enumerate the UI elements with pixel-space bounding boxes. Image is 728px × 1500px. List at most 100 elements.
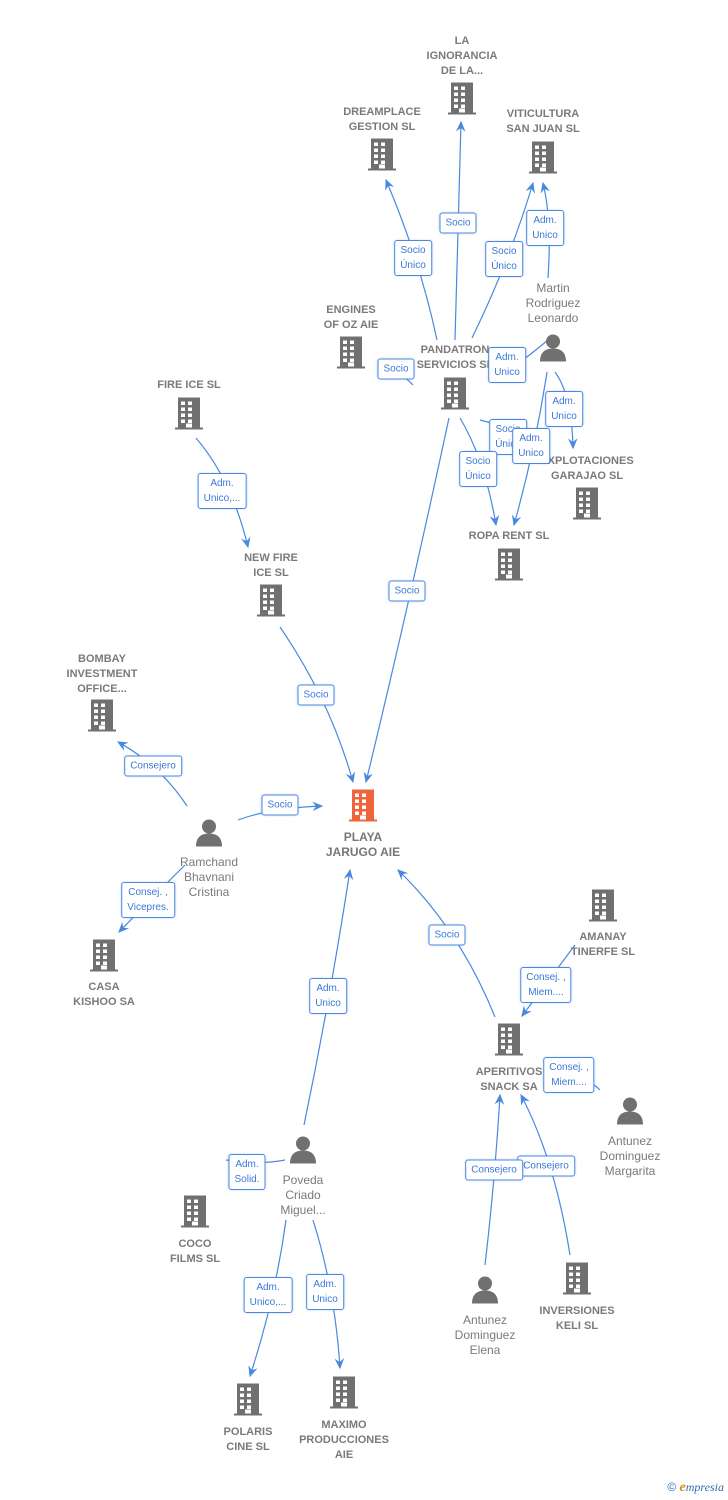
building-icon-ropa_rent[interactable]	[494, 548, 524, 587]
edge-label-pandatron-to-viticultura[interactable]: Socio Único	[485, 241, 523, 277]
edge-label-aperitivos-to-playa[interactable]: Socio	[428, 924, 466, 946]
empresia-logo[interactable]: © empresia	[667, 1480, 724, 1496]
edge-label-line: Unico	[315, 998, 341, 1009]
node-label-casa_kishoo[interactable]: CASA KISHOO SA	[73, 980, 135, 1010]
edge-label-line: Único	[465, 471, 491, 482]
edge-label-martin-to-explotaciones[interactable]: Adm. Unico	[545, 391, 583, 427]
edge-label-poveda-to-coco_films[interactable]: Adm. Solid.	[228, 1154, 266, 1190]
edge-label-pandatron-to-ropa_rent[interactable]: Socio Único	[459, 451, 497, 487]
person-icon-poveda[interactable]	[288, 1135, 318, 1170]
edge-label-line: Consejero	[471, 1164, 517, 1176]
node-label-maximo[interactable]: MAXIMO PRODUCCIONES AIE	[299, 1418, 389, 1463]
node-label-ramchand[interactable]: Ramchand Bhavnani Cristina	[180, 855, 238, 900]
building-icon-la_ignorancia[interactable]	[447, 82, 477, 121]
edge-label-martin-to-viticultura[interactable]: Adm. Unico	[526, 210, 564, 246]
node-label-new_fire_ice[interactable]: NEW FIRE ICE SL	[244, 551, 298, 581]
node-label-line: SAN JUAN SL	[506, 123, 580, 135]
node-label-bombay[interactable]: BOMBAY INVESTMENT OFFICE...	[67, 652, 138, 697]
building-icon-new_fire_ice[interactable]	[256, 584, 286, 623]
node-label-line: Cristina	[188, 885, 230, 899]
edge-label-ramchand-to-playa[interactable]: Socio	[261, 794, 299, 816]
building-icon-casa_kishoo[interactable]	[89, 939, 119, 978]
node-label-polaris[interactable]: POLARIS CINE SL	[224, 1425, 273, 1455]
node-label-line: Antunez	[462, 1313, 508, 1327]
edge-label-line: Adm.	[235, 1159, 259, 1170]
edge-label-line: Socio	[267, 799, 293, 811]
edge-label-line: Adm.	[552, 396, 576, 407]
node-label-line: INVESTMENT	[66, 668, 138, 680]
edge-label-line: Socio	[465, 456, 491, 467]
node-label-playa[interactable]: PLAYA JARUGO AIE	[326, 830, 400, 860]
node-label-inversiones_keli[interactable]: INVERSIONES KELI SL	[539, 1304, 614, 1334]
node-label-coco_films[interactable]: COCO FILMS SL	[170, 1237, 220, 1267]
node-label-pandatron[interactable]: PANDATRON SERVICIOS SL	[417, 343, 494, 373]
edge-label-pandatron-to-engines[interactable]: Socio	[377, 358, 415, 380]
person-icon-martin[interactable]	[538, 333, 568, 368]
edge-label-antunez_elena-to-aperitivos[interactable]: Consejero	[465, 1159, 523, 1181]
edge-label-line: Miem....	[551, 1077, 587, 1088]
node-label-martin[interactable]: Martin Rodriguez Leonardo	[526, 281, 581, 326]
person-icon-antunez_margarita[interactable]	[615, 1096, 645, 1131]
building-icon-viticultura[interactable]	[528, 141, 558, 180]
node-label-fire_ice[interactable]: FIRE ICE SL	[157, 378, 221, 393]
node-label-antunez_elena[interactable]: Antunez Dominguez Elena	[455, 1313, 516, 1358]
edge-label-ramchand-to-bombay[interactable]: Consejero	[124, 755, 182, 777]
edge-label-pandatron-to-playa[interactable]: Socio	[388, 580, 426, 602]
edge-label-ramchand-to-casa_kishoo[interactable]: Consej. , Vicepres.	[121, 882, 175, 918]
node-label-aperitivos[interactable]: APERITIVOS SNACK SA	[476, 1065, 543, 1095]
node-label-engines[interactable]: ENGINES OF OZ AIE	[324, 303, 379, 333]
building-icon-bombay[interactable]	[87, 699, 117, 738]
edge-label-fire_ice-to-new_fire_ice[interactable]: Adm. Unico,...	[197, 473, 247, 509]
node-label-ropa_rent[interactable]: ROPA RENT SL	[469, 529, 550, 544]
edge-label-pandatron-to-dreamplace[interactable]: Socio Único	[394, 240, 432, 276]
network-diagram: © empresia LA IGNORANCIA DE LA... DREAMPLAC…	[0, 0, 728, 1500]
node-label-viticultura[interactable]: VITICULTURA SAN JUAN SL	[506, 107, 579, 137]
node-label-dreamplace[interactable]: DREAMPLACE GESTION SL	[343, 105, 421, 135]
node-label-line: Poveda	[282, 1173, 324, 1187]
building-icon-aperitivos[interactable]	[494, 1023, 524, 1062]
building-icon-dreamplace[interactable]	[367, 138, 397, 177]
edge-label-line: Adm.	[533, 215, 557, 226]
node-label-line: CASA	[88, 981, 120, 993]
edge-label-martin-to-ropa_rent[interactable]: Adm. Unico	[512, 428, 550, 464]
node-label-amanay[interactable]: AMANAY TINERFE SL	[571, 930, 635, 960]
edge-label-new_fire_ice-to-playa[interactable]: Socio	[297, 684, 335, 706]
node-label-line: Criado	[285, 1188, 321, 1202]
edge-label-line: Socio	[445, 217, 471, 229]
building-icon-playa[interactable]	[348, 789, 378, 828]
building-icon-engines[interactable]	[336, 336, 366, 375]
node-label-line: FIRE ICE SL	[157, 379, 221, 391]
edge-label-poveda-to-polaris[interactable]: Adm. Unico,...	[243, 1277, 293, 1313]
edge-label-line: Unico	[312, 1294, 338, 1305]
edge-label-poveda-to-playa[interactable]: Adm. Unico	[309, 978, 347, 1014]
node-label-line: COCO	[178, 1238, 212, 1250]
node-label-poveda[interactable]: Poveda Criado Miguel...	[280, 1173, 325, 1218]
edge-label-line: Vicepres.	[127, 902, 169, 913]
edge-label-line: Adm.	[256, 1282, 280, 1293]
building-icon-maximo[interactable]	[329, 1376, 359, 1415]
node-label-la_ignorancia[interactable]: LA IGNORANCIA DE LA...	[427, 34, 498, 79]
edge-label-martin-to-pandatron[interactable]: Adm. Unico	[488, 347, 526, 383]
node-label-line: MAXIMO	[321, 1419, 367, 1431]
node-label-line: Martin	[536, 281, 570, 295]
building-icon-coco_films[interactable]	[180, 1195, 210, 1234]
building-icon-explotaciones[interactable]	[572, 487, 602, 526]
node-label-line: SNACK SA	[480, 1081, 538, 1093]
node-label-line: Leonardo	[527, 311, 579, 325]
edge-label-amanay-to-aperitivos[interactable]: Consej. , Miem....	[520, 967, 572, 1003]
edge-label-line: Socio	[400, 245, 426, 256]
person-icon-antunez_elena[interactable]	[470, 1275, 500, 1310]
node-label-explotaciones[interactable]: EXPLOTACIONES GARAJAO SL	[540, 454, 633, 484]
node-label-antunez_margarita[interactable]: Antunez Dominguez Margarita	[600, 1134, 661, 1179]
edge-label-poveda-to-maximo[interactable]: Adm. Unico	[306, 1274, 344, 1310]
building-icon-pandatron[interactable]	[440, 377, 470, 416]
edge-label-antunez_margarita-to-aperitivos[interactable]: Consej. , Miem....	[543, 1057, 595, 1093]
building-icon-inversiones_keli[interactable]	[562, 1262, 592, 1301]
edge-label-inversiones_keli-to-aperitivos[interactable]: Consejero	[517, 1155, 575, 1177]
building-icon-amanay[interactable]	[588, 889, 618, 928]
person-icon-ramchand[interactable]	[194, 818, 224, 853]
edge-label-pandatron-to-la_ignorancia[interactable]: Socio	[439, 212, 477, 234]
node-label-line: SERVICIOS SL	[416, 359, 494, 371]
building-icon-polaris[interactable]	[233, 1383, 263, 1422]
building-icon-fire_ice[interactable]	[174, 397, 204, 436]
